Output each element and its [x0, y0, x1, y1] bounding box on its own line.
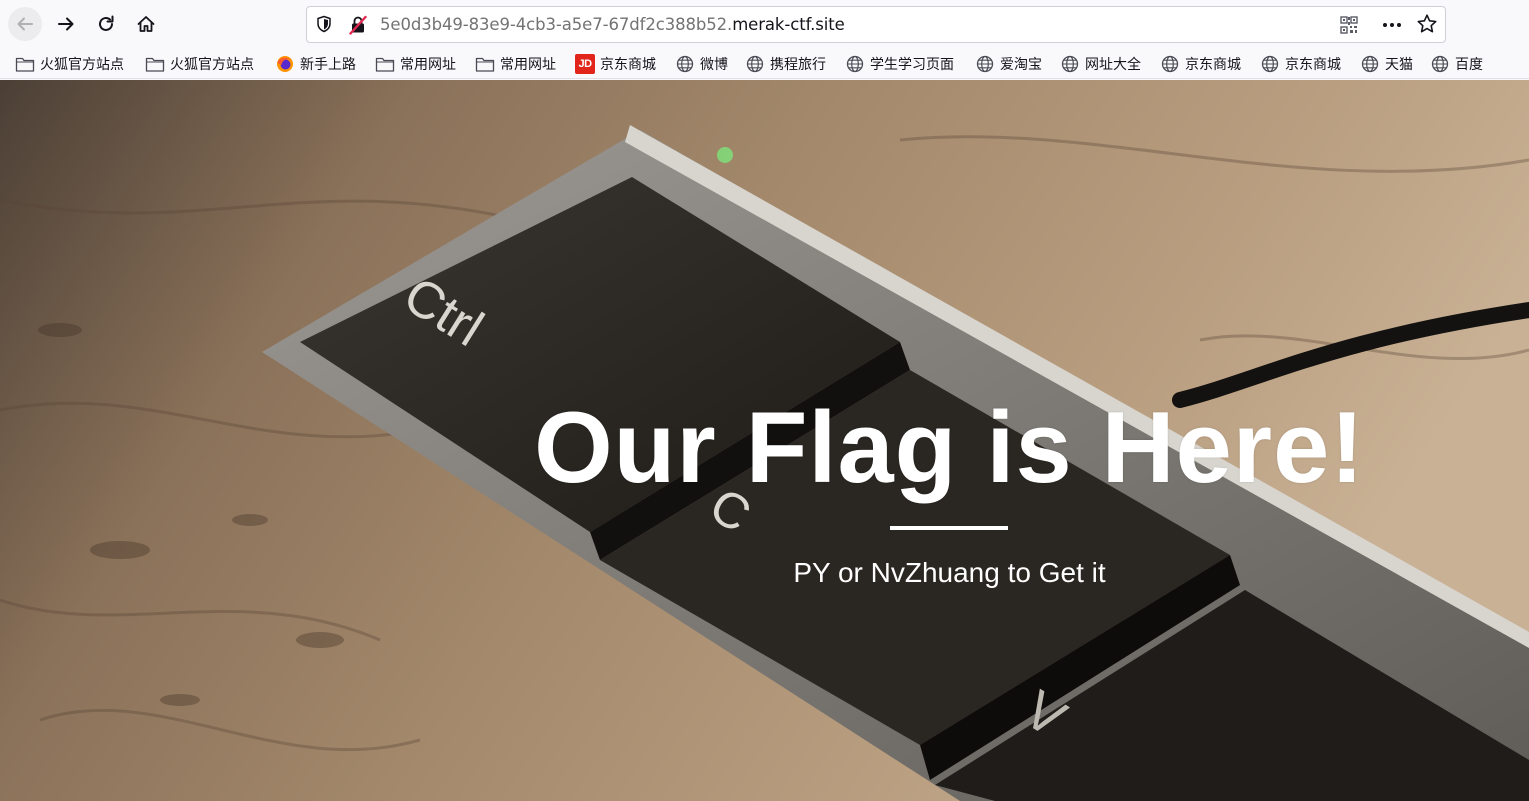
folder-icon: [15, 57, 35, 72]
bookmark-item[interactable]: 火狐官方站点: [15, 52, 124, 76]
bookmark-label: 网址大全: [1085, 57, 1141, 73]
bookmark-item[interactable]: 爱淘宝: [975, 52, 1042, 76]
url-path: 5e0d3b49-83e9-4cb3-a5e7-67df2c388b52.: [380, 15, 733, 34]
globe-icon: [1161, 55, 1179, 73]
firefox-icon: [277, 56, 293, 72]
bookmark-label: 携程旅行: [770, 57, 826, 73]
home-icon: [137, 16, 155, 32]
hero-title: Our Flag is Here!: [534, 392, 1365, 504]
more-actions-icon[interactable]: [1380, 15, 1404, 35]
bookmark-star-icon[interactable]: [1416, 13, 1438, 35]
globe-icon: [1361, 55, 1379, 73]
shield-icon[interactable]: [315, 15, 333, 33]
arrow-left-icon: [17, 17, 33, 31]
globe-icon: [746, 55, 764, 73]
url-bar[interactable]: 5e0d3b49-83e9-4cb3-a5e7-67df2c388b52.mer…: [306, 6, 1446, 43]
hero-divider: [890, 526, 1008, 530]
insecure-connection-icon[interactable]: [348, 15, 368, 35]
bookmarks-toolbar: 火狐官方站点 火狐官方站点 新手上路 常用网址 常用网址 JD 京东商城 微博 携程旅行 学生学习…: [0, 49, 1529, 79]
globe-icon: [676, 55, 694, 73]
globe-icon: [1431, 55, 1449, 73]
jd-icon: JD: [575, 54, 595, 74]
url-text[interactable]: 5e0d3b49-83e9-4cb3-a5e7-67df2c388b52.mer…: [380, 15, 845, 34]
folder-icon: [145, 57, 165, 72]
bookmark-item[interactable]: 京东商城: [1160, 52, 1241, 76]
folder-icon: [375, 57, 395, 72]
forward-button[interactable]: [49, 7, 83, 41]
browser-toolbar: 5e0d3b49-83e9-4cb3-a5e7-67df2c388b52.mer…: [0, 0, 1529, 49]
arrow-right-icon: [58, 17, 74, 31]
bookmark-label: 常用网址: [500, 57, 556, 73]
bookmark-item[interactable]: 百度: [1430, 52, 1483, 76]
bookmark-label: 微博: [700, 57, 728, 73]
bookmark-item[interactable]: 常用网址: [375, 52, 456, 76]
bookmark-item[interactable]: 天猫: [1360, 52, 1413, 76]
folder-icon: [475, 57, 495, 72]
reload-button[interactable]: [89, 7, 123, 41]
url-host: merak-ctf.site: [732, 15, 845, 34]
back-button[interactable]: [8, 7, 42, 41]
bookmark-item[interactable]: JD 京东商城: [575, 52, 656, 76]
globe-icon: [846, 55, 864, 73]
bookmark-label: 京东商城: [600, 57, 656, 73]
bookmark-item[interactable]: 网址大全: [1060, 52, 1141, 76]
reload-icon: [99, 15, 114, 31]
bookmark-item[interactable]: 京东商城: [1260, 52, 1341, 76]
bookmark-label: 火狐官方站点: [40, 57, 124, 73]
bookmark-label: 天猫: [1385, 57, 1413, 73]
bookmark-item[interactable]: 微博: [675, 52, 728, 76]
bookmark-label: 火狐官方站点: [170, 57, 254, 73]
bookmark-label: 百度: [1455, 57, 1483, 73]
qr-code-icon[interactable]: [1340, 16, 1358, 34]
bookmark-label: 爱淘宝: [1000, 57, 1042, 73]
bookmark-label: 京东商城: [1185, 57, 1241, 73]
page-content: Ctrl C V Our Flag is Here! PY or NvZhuan…: [0, 80, 1529, 801]
bookmark-label: 学生学习页面: [870, 57, 954, 73]
bookmark-label: 常用网址: [400, 57, 456, 73]
globe-icon: [976, 55, 994, 73]
bookmark-item[interactable]: 学生学习页面: [845, 52, 954, 76]
bookmark-item[interactable]: 火狐官方站点: [145, 52, 254, 76]
bookmark-item[interactable]: 新手上路: [275, 52, 356, 76]
globe-icon: [1061, 55, 1079, 73]
bookmark-item[interactable]: 常用网址: [475, 52, 556, 76]
hero-subtitle: PY or NvZhuang to Get it: [793, 557, 1106, 588]
bookmark-item[interactable]: 携程旅行: [745, 52, 826, 76]
globe-icon: [1261, 55, 1279, 73]
home-button[interactable]: [129, 7, 163, 41]
bookmark-label: 新手上路: [300, 57, 356, 73]
bookmark-label: 京东商城: [1285, 57, 1341, 73]
